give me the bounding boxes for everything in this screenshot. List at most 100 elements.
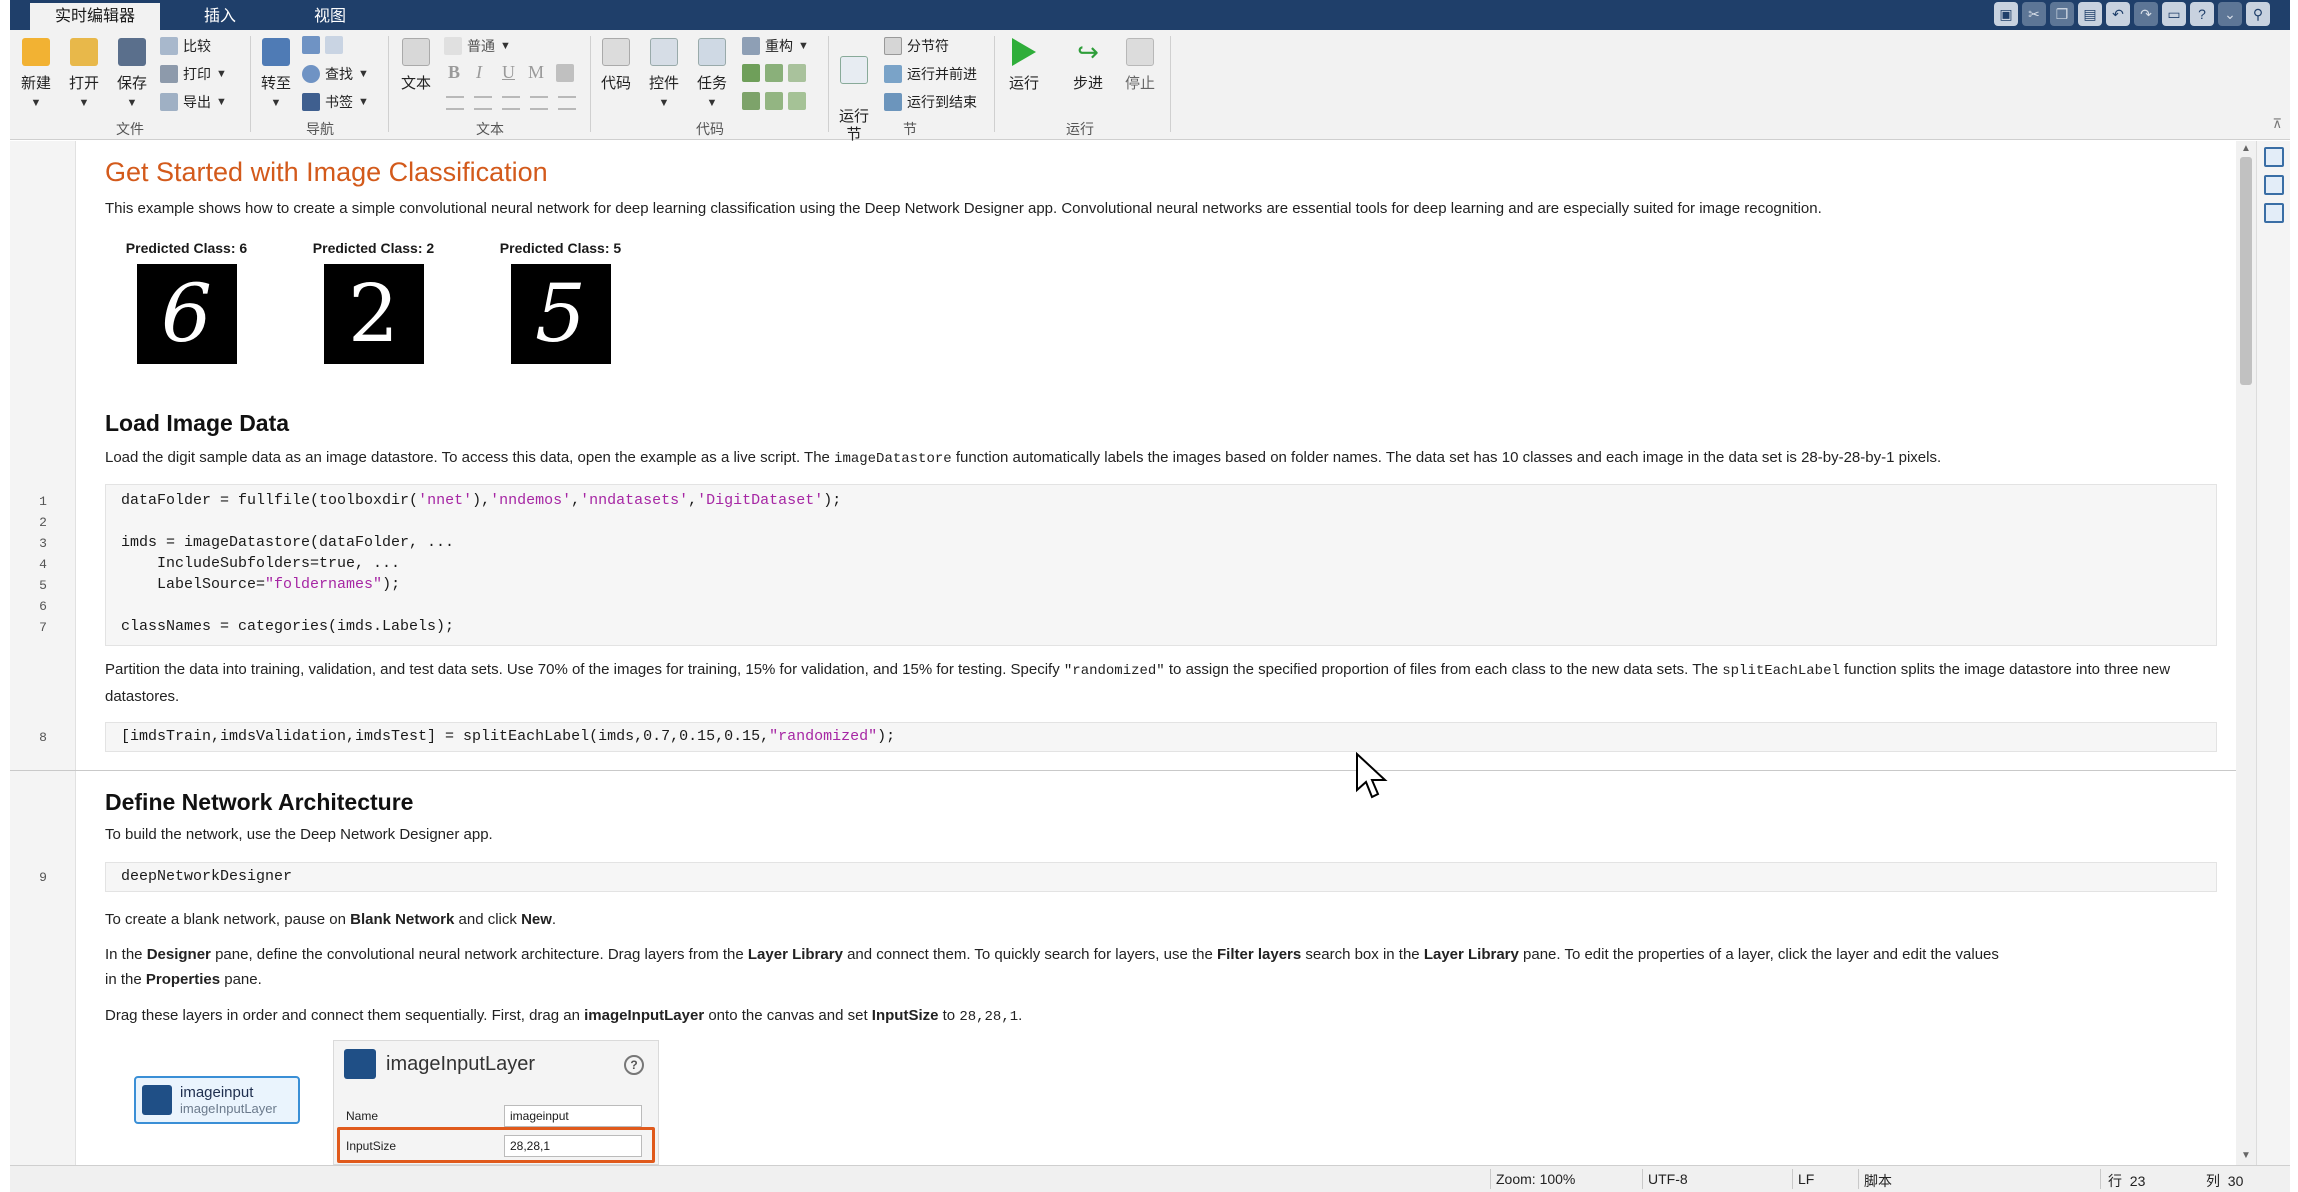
status-divider [1490, 1169, 1491, 1189]
code-line[interactable]: deepNetworkDesigner [121, 868, 292, 885]
digit-image: 6 [136, 264, 237, 364]
section-group-label: 节 [903, 121, 917, 137]
zoom-status[interactable]: Zoom: 100% [1496, 1171, 1575, 1187]
monospace-button[interactable]: M [528, 62, 544, 83]
output-inline-icon[interactable] [2264, 147, 2284, 167]
bookmark-button[interactable]: 书签 ▼ [302, 92, 369, 112]
new-button[interactable]: 新建 ▼ [18, 38, 54, 110]
layer-properties-panel: imageInputLayer ? Name imageinput InputS… [333, 1040, 659, 1165]
image-layer-icon [344, 1049, 376, 1079]
find-button[interactable]: 查找 ▼ [302, 64, 369, 84]
paste-icon[interactable]: ▤ [2078, 2, 2102, 26]
task-button[interactable]: 任务 ▼ [694, 38, 730, 110]
italic-button[interactable]: I [476, 62, 482, 83]
line-number: 8 [39, 730, 47, 745]
run-advance-icon [884, 65, 902, 83]
help-icon[interactable]: ? [2190, 2, 2214, 26]
layer-node-type: imageInputLayer [180, 1101, 277, 1116]
section-break-button[interactable]: 分节符 [884, 36, 949, 56]
comment-tools[interactable] [742, 64, 806, 82]
scrollbar-thumb[interactable] [2240, 157, 2252, 385]
line-number: 7 [39, 620, 47, 635]
undo-icon[interactable]: ↶ [2106, 2, 2130, 26]
style-dropdown[interactable]: 普通 ▼ [444, 36, 511, 56]
mouse-cursor-icon [1356, 752, 1388, 799]
comment-icon [742, 64, 760, 82]
save-icon [118, 38, 146, 66]
code-block[interactable] [105, 862, 2217, 892]
indent-tools[interactable] [742, 92, 806, 110]
partition-paragraph: Partition the data into training, valida… [105, 661, 2171, 705]
run-and-advance-button[interactable]: 运行并前进 [884, 64, 977, 84]
tab-insert[interactable]: 插入 [170, 3, 270, 30]
run-group-label: 运行 [1066, 121, 1094, 137]
step-button[interactable]: ↪ 步进 [1068, 38, 1108, 93]
step-icon: ↪ [1077, 37, 1099, 67]
code-line[interactable]: LabelSource="foldernames"); [121, 576, 400, 593]
tab-live-editor[interactable]: 实时编辑器 [30, 3, 160, 30]
drag-layers-paragraph: Drag these layers in order and connect t… [105, 1007, 1023, 1025]
copy-icon[interactable]: ❐ [2050, 2, 2074, 26]
bullet-list-icon[interactable] [446, 96, 464, 110]
window-icon[interactable]: ▭ [2162, 2, 2186, 26]
line-number-gutter: 1 2 3 4 5 6 7 8 9 [10, 141, 76, 1165]
save-icon[interactable]: ▣ [1994, 2, 2018, 26]
back-forward-buttons[interactable] [302, 36, 343, 54]
align-left-icon[interactable] [502, 96, 520, 110]
load-paragraph: Load the digit sample data as an image d… [105, 449, 1942, 467]
ribbon-divider [828, 36, 829, 132]
prediction-caption: Predicted Class: 5 [499, 240, 622, 256]
stop-icon [1126, 38, 1154, 66]
print-button[interactable]: 打印 ▼ [160, 64, 227, 84]
goto-button[interactable]: 转至 ▼ [258, 38, 294, 110]
vertical-scrollbar[interactable]: ▲ ▼ [2236, 141, 2256, 1165]
redo-icon[interactable]: ↷ [2134, 2, 2158, 26]
code-line[interactable]: IncludeSubfolders=true, ... [121, 555, 400, 572]
export-button[interactable]: 导出 ▼ [160, 92, 227, 112]
wrap-comment-icon [788, 64, 806, 82]
code-button[interactable]: 代码 [598, 38, 634, 93]
stop-button[interactable]: 停止 [1120, 38, 1160, 93]
search-icon[interactable]: ⚲ [2246, 2, 2270, 26]
encoding-status: UTF-8 [1648, 1171, 1688, 1187]
clear-format-icon[interactable] [556, 64, 574, 82]
cut-icon[interactable]: ✂ [2022, 2, 2046, 26]
ribbon-divider [250, 36, 251, 132]
code-line[interactable]: imds = imageDatastore(dataFolder, ... [121, 534, 454, 551]
smart-indent-icon [742, 92, 760, 110]
line-number: 1 [39, 494, 47, 509]
scroll-down-icon[interactable]: ▼ [2241, 1150, 2251, 1161]
align-center-icon[interactable] [530, 96, 548, 110]
status-divider [1858, 1169, 1859, 1189]
control-button[interactable]: 控件 ▼ [646, 38, 682, 110]
collapse-ribbon-icon[interactable]: ⊼ [2272, 116, 2282, 132]
numbered-list-icon[interactable] [474, 96, 492, 110]
bold-button[interactable]: B [448, 62, 460, 83]
output-right-icon[interactable] [2264, 175, 2284, 195]
uncomment-icon [765, 64, 783, 82]
code-line[interactable]: [imdsTrain,imdsValidation,imdsTest] = sp… [121, 728, 895, 745]
intro-paragraph: This example shows how to create a simpl… [105, 200, 1822, 217]
text-button[interactable]: 文本 [398, 38, 434, 93]
compare-button[interactable]: 比较 [160, 36, 211, 56]
name-label: Name [346, 1109, 379, 1123]
save-button[interactable]: 保存 ▼ [114, 38, 150, 110]
run-button[interactable]: 运行 [1004, 38, 1044, 93]
code-line[interactable]: classNames = categories(imds.Labels); [121, 618, 454, 635]
tab-view[interactable]: 视图 [280, 3, 380, 30]
hide-code-icon[interactable] [2264, 203, 2284, 223]
name-value: imageinput [504, 1105, 642, 1127]
chevron-down-icon[interactable]: ⌄ [2218, 2, 2242, 26]
open-button[interactable]: 打开 ▼ [66, 38, 102, 110]
refactor-dropdown[interactable]: 重构 ▼ [742, 36, 809, 56]
align-right-icon[interactable] [558, 96, 576, 110]
scroll-up-icon[interactable]: ▲ [2241, 143, 2251, 154]
search-icon [302, 65, 320, 83]
navigate-group-label: 导航 [306, 121, 334, 137]
run-to-end-button[interactable]: 运行到结束 [884, 92, 977, 112]
new-icon [22, 38, 50, 66]
new-label: 新建 [20, 75, 51, 92]
underline-button[interactable]: U [502, 62, 515, 83]
run-section-button[interactable]: 运行 节 [836, 38, 872, 144]
code-line[interactable]: dataFolder = fullfile(toolboxdir('nnet')… [121, 492, 841, 509]
